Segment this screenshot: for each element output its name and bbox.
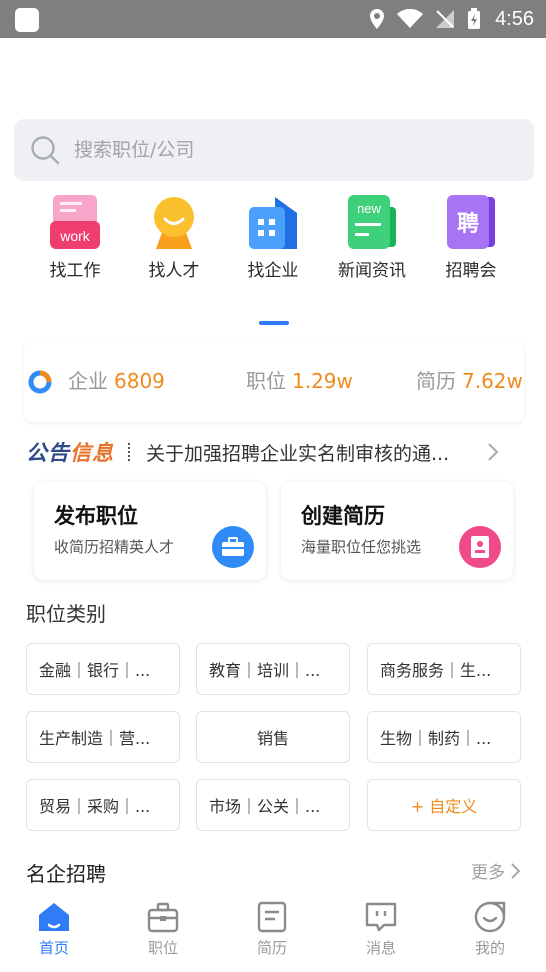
stat-resumes[interactable]: 简历 7.62w [416,365,523,394]
notice-bar[interactable]: 公告信息 关于加强招聘企业实名制审核的通... [26,434,526,470]
signal-icon [436,10,455,28]
work-icon: work [50,195,100,249]
search-bar[interactable] [14,119,534,181]
enterprise-icon [249,197,297,249]
card-subtitle: 收简历招精英人才 [54,538,175,556]
category-item[interactable]: 商务服务｜生... [367,643,521,695]
quick-item-label: 找人才 [148,261,200,281]
tab-messages[interactable]: 消息 [341,901,421,958]
job-fair-icon: 聘 [447,195,495,249]
card-title: 创建简历 [301,504,385,528]
category-item[interactable]: 教育｜培训｜... [196,643,350,695]
quick-item-find-talent[interactable]: 找人才 [125,193,223,281]
stats-ring-icon [28,370,52,394]
wifi-icon [397,9,424,28]
message-icon [365,902,397,932]
resume-icon [459,526,501,568]
news-icon: new [348,195,396,249]
chevron-right-icon [511,862,520,879]
more-link[interactable]: 更多 [471,858,520,883]
notice-logo: 公告信息 [26,441,114,465]
tab-resume[interactable]: 简历 [232,901,312,958]
notification-icon [15,8,39,32]
tab-jobs[interactable]: 职位 [123,901,203,958]
quick-item-label: 找工作 [49,261,101,281]
quick-menu: work 找工作 找人才 找企业 new 新闻资讯 聘 招聘会 [0,193,546,288]
quick-item-label: 新闻资讯 [338,261,406,281]
tab-label: 首页 [38,939,69,957]
svg-text:new: new [357,201,381,216]
document-icon [257,901,287,933]
quick-item-label: 找企业 [247,261,299,281]
status-bar: 4:56 [0,0,546,38]
status-icons: 4:56 [357,0,546,38]
tab-label: 我的 [474,939,505,957]
search-icon [31,136,60,165]
job-categories-title: 职位类别 [26,602,106,626]
battery-icon [468,8,481,29]
category-item[interactable]: 市场｜公关｜... [196,779,350,831]
home-icon [39,903,69,931]
quick-item-job-fair[interactable]: 聘 招聘会 [422,193,520,281]
category-item[interactable]: 生产制造｜营... [26,711,180,763]
card-title: 发布职位 [54,504,138,528]
custom-category-button[interactable]: + 自定义 [367,779,521,831]
profile-icon [474,901,506,933]
category-item[interactable]: 贸易｜采购｜... [26,779,180,831]
briefcase-icon [212,526,254,568]
location-icon [370,9,385,29]
search-input[interactable] [74,139,494,161]
svg-text:聘: 聘 [457,212,479,237]
post-job-card[interactable]: 发布职位 收简历招精英人才 [34,482,266,580]
notice-text[interactable]: 关于加强招聘企业实名制审核的通... [146,439,482,466]
category-item[interactable]: 生物｜制药｜... [367,711,521,763]
create-resume-card[interactable]: 创建简历 海量职位任您挑选 [281,482,513,580]
chevron-right-icon [488,443,498,461]
quick-item-find-job[interactable]: work 找工作 [26,193,124,281]
tab-label: 职位 [147,939,178,957]
quick-item-label: 招聘会 [445,261,497,281]
briefcase-icon [147,902,179,933]
stat-jobs[interactable]: 职位 1.29w [246,365,353,394]
stat-enterprise[interactable]: 企业 6809 [68,365,165,394]
quick-item-news[interactable]: new 新闻资讯 [323,193,421,281]
notice-divider [128,443,130,461]
card-subtitle: 海量职位任您挑选 [301,538,422,556]
more-label: 更多 [471,863,505,883]
category-item[interactable]: 金融｜银行｜... [26,643,180,695]
svg-text:work: work [59,228,91,244]
tab-home[interactable]: 首页 [14,901,94,958]
tab-label: 简历 [256,939,287,957]
stats-panel: 企业 6809 职位 1.29w 简历 7.62w [24,342,524,422]
famous-companies-title: 名企招聘 [26,862,106,886]
tab-label: 消息 [365,939,396,957]
page-indicator [259,321,289,325]
quick-item-find-enterprise[interactable]: 找企业 [224,193,322,281]
category-item[interactable]: 销售 [196,711,350,763]
talent-icon [154,197,194,249]
tab-profile[interactable]: 我的 [450,901,530,958]
status-time: 4:56 [495,7,534,30]
tab-bar: 首页 职位 简历 消息 我的 [0,893,546,972]
